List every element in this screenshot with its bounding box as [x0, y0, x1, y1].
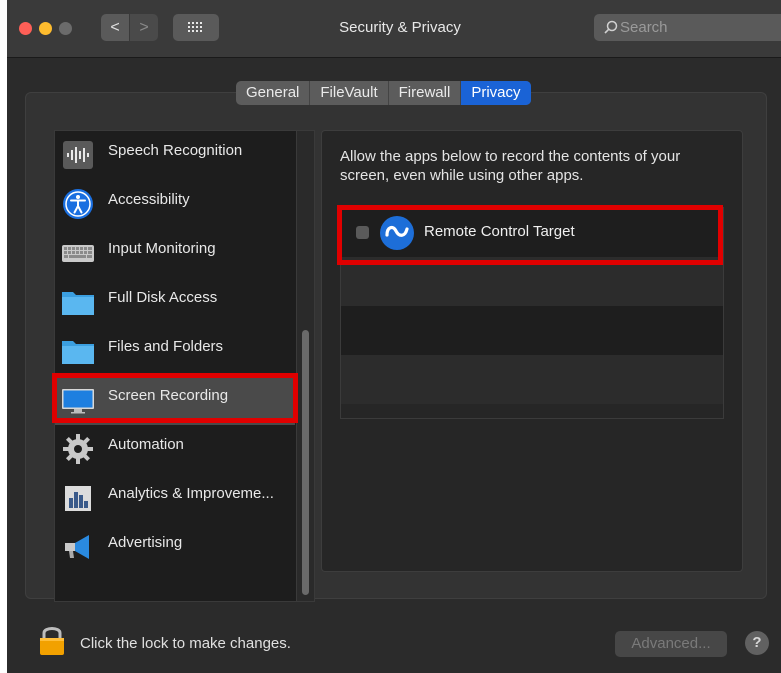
sidebar-item-analytics[interactable]: Analytics & Improveme...: [55, 474, 295, 523]
keyboard-icon: [62, 245, 94, 262]
accessibility-icon: [63, 189, 93, 219]
folder-icon: [62, 341, 94, 364]
privacy-category-list[interactable]: Speech Recognition Accessibility Input M…: [54, 130, 315, 602]
sidebar-item-label: Full Disk Access: [108, 289, 218, 306]
search-icon: [604, 20, 618, 34]
show-all-button[interactable]: [173, 14, 219, 41]
sidebar-item-label: Advertising: [108, 534, 183, 551]
window-title: Security & Privacy: [339, 19, 461, 36]
tab-bar: General FileVault Firewall Privacy: [236, 81, 531, 105]
sidebar-item-speech-recognition[interactable]: Speech Recognition: [55, 131, 295, 180]
sidebar-item-label: Speech Recognition: [108, 142, 243, 159]
sidebar-item-label: Accessibility: [108, 191, 190, 208]
back-button[interactable]: <: [101, 14, 129, 41]
close-window-button[interactable]: [19, 22, 32, 35]
lock-icon[interactable]: [38, 624, 66, 656]
list-item: [341, 355, 723, 404]
forward-button[interactable]: >: [130, 14, 158, 41]
tab-privacy[interactable]: Privacy: [461, 81, 531, 105]
screen-recording-highlight-box: [52, 373, 298, 423]
megaphone-icon: [65, 535, 89, 559]
sidebar-item-input-monitoring[interactable]: Input Monitoring: [55, 229, 295, 278]
bar-chart-icon: [65, 486, 91, 511]
gear-icon: [63, 434, 93, 464]
tab-filevault[interactable]: FileVault: [310, 81, 389, 105]
sidebar-scrollbar[interactable]: [296, 131, 314, 601]
search-field[interactable]: Search: [594, 14, 781, 41]
sidebar-item-label: Files and Folders: [108, 338, 224, 355]
screen-recording-description: Allow the apps below to record the conte…: [340, 148, 681, 184]
sidebar-item-advertising[interactable]: Advertising: [55, 523, 295, 572]
list-item: [341, 306, 723, 355]
app-highlight-box: [337, 205, 723, 265]
folder-icon: [62, 292, 94, 315]
advanced-button[interactable]: Advanced...: [615, 631, 727, 657]
minimize-window-button[interactable]: [39, 22, 52, 35]
waveform-icon: [63, 141, 93, 169]
sidebar-item-files-and-folders[interactable]: Files and Folders: [55, 327, 295, 376]
zoom-window-button[interactable]: [59, 22, 72, 35]
sidebar-item-full-disk-access[interactable]: Full Disk Access: [55, 278, 295, 327]
help-button[interactable]: ?: [745, 631, 769, 655]
lock-message: Click the lock to make changes.: [80, 635, 291, 652]
sidebar-item-label: Input Monitoring: [108, 240, 216, 257]
tab-firewall[interactable]: Firewall: [389, 81, 462, 105]
sidebar-item-automation[interactable]: Automation: [55, 425, 295, 474]
sidebar-item-accessibility[interactable]: Accessibility: [55, 180, 295, 229]
sidebar-item-label: Automation: [108, 436, 184, 453]
tab-general[interactable]: General: [236, 81, 311, 105]
sidebar-scroll-thumb[interactable]: [302, 330, 309, 595]
sidebar-item-label: Analytics & Improveme...: [108, 485, 274, 502]
grid-icon: [188, 22, 202, 32]
search-placeholder: Search: [620, 19, 668, 36]
